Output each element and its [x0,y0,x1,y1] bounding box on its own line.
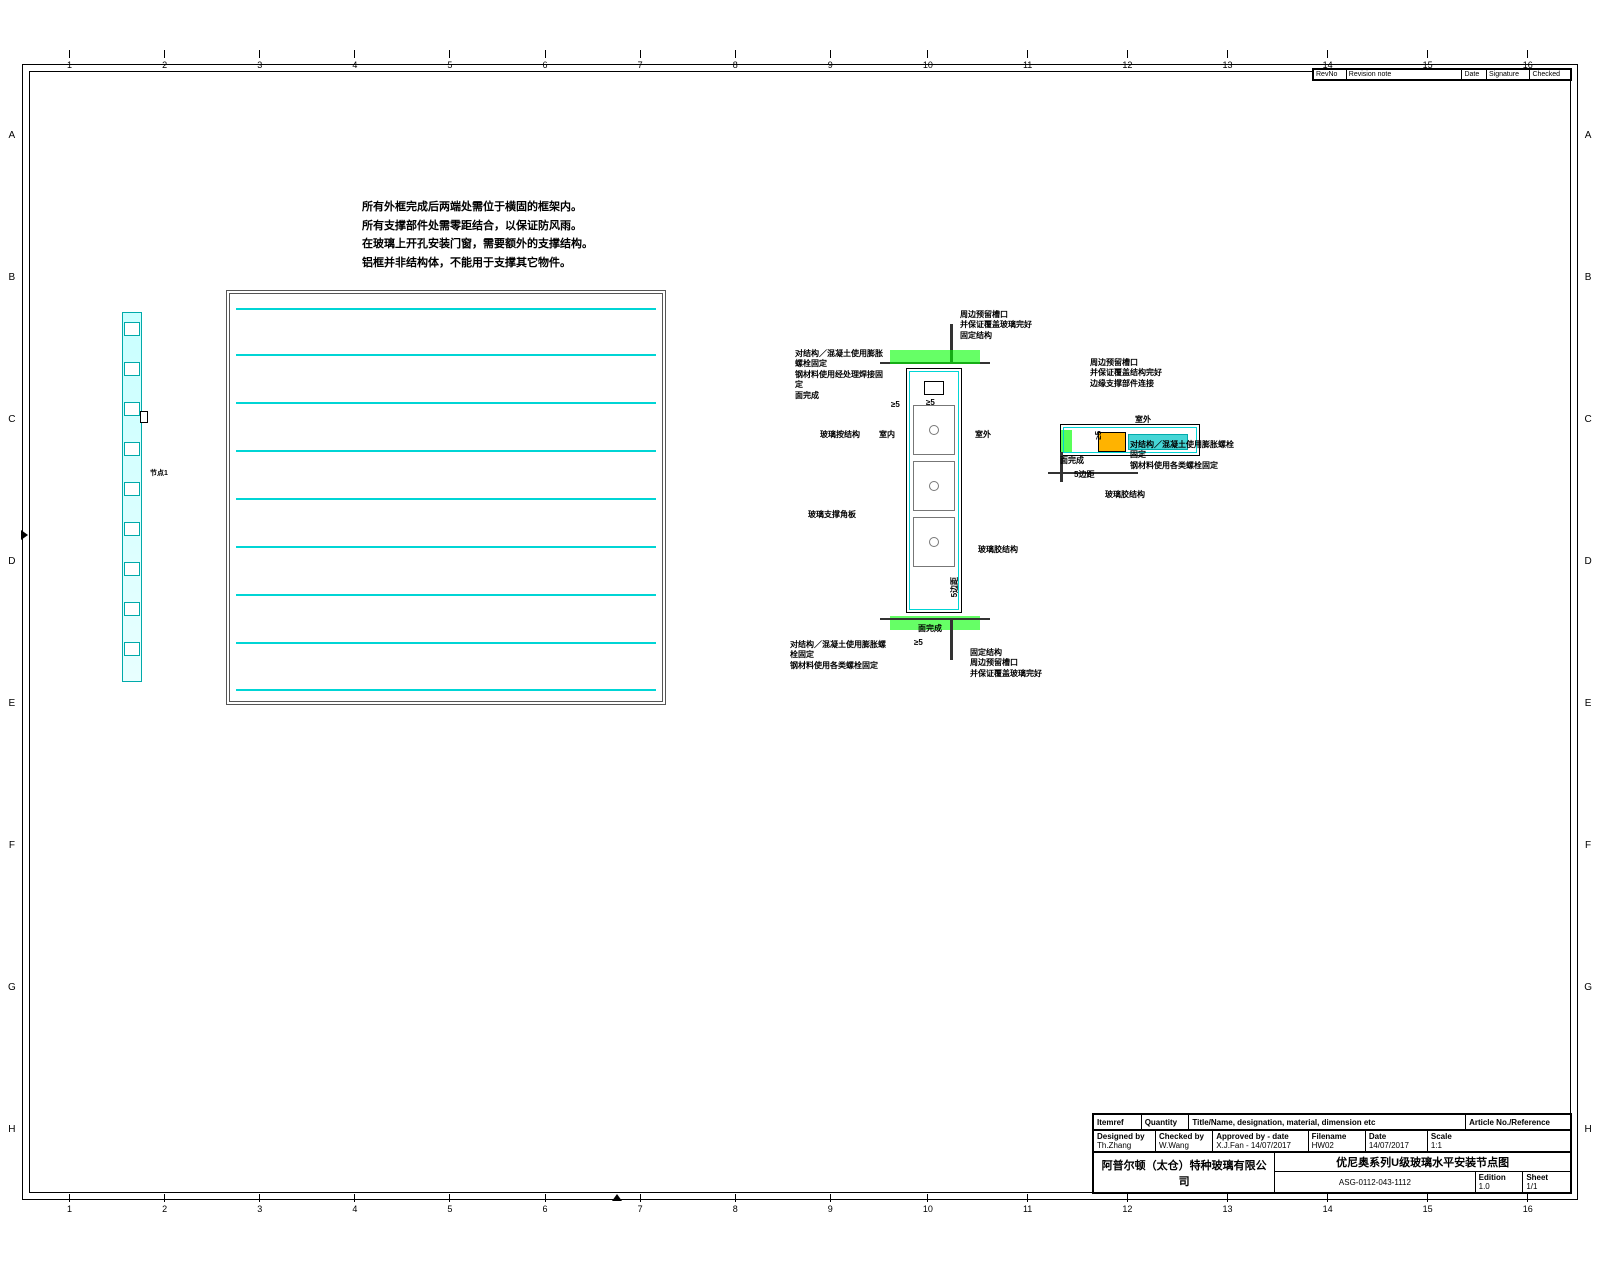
lead-hdet-top: 周边预留槽口并保证覆盖结构完好边缘支撑部件连接 [1090,358,1200,389]
note-line: 在玻璃上开孔安装门窗，需要额外的支撑结构。 [362,235,593,254]
dim-hdet-gap: ≥5 [1094,431,1104,440]
drawing-number: ASG-0112-043-1112 [1275,1172,1475,1193]
section-strip-label: 节点1 [150,468,168,478]
dim-sq: ≥5 [926,398,935,408]
lead-exterior: 室外 [975,430,991,440]
elevation-view [226,290,666,705]
lead-bot-left: 对结构／混凝土使用膨胀螺栓固定钢材料使用各类螺栓固定 [790,640,890,671]
lead-seal-right: 玻璃胶结构 [978,545,1018,555]
lead-hdet-face: 面完成 [1060,456,1084,466]
center-mark-left [21,530,28,540]
dim-hdet-edge: 5边距 [1074,470,1094,480]
dim-gap: ≥5 [914,638,923,648]
lead-seal-left: 玻璃按结构 [820,430,860,440]
center-mark-bottom [612,1194,622,1201]
lead-hdet-out: 室外 [1135,415,1151,425]
company-name: 阿普尔顿（太仓）特种玻璃有限公司 [1094,1153,1275,1193]
lead-top-left: 对结构／混凝土使用膨胀螺栓固定钢材料使用经处理焊接固定面完成 [795,349,885,401]
dim-top: ≥5 [891,400,900,410]
lead-bot-right: 固定结构周边预留槽口并保证覆盖玻璃完好 [970,648,1060,679]
note-line: 所有外框完成后两端处需位于横固的框架内。 [362,198,593,217]
lead-frame: 玻璃支撑角板 [808,510,856,520]
lead-hdet-right: 对结构／混凝土使用膨胀螺栓固定钢材料使用各类螺栓固定 [1130,440,1240,471]
lead-hdet-seal: 玻璃胶结构 [1105,490,1145,500]
ruler-right: ABCDEFGH [1584,64,1592,1200]
ruler-left: ABCDEFGH [8,64,16,1200]
drawing-title: 优尼奥系列U级玻璃水平安装节点图 [1275,1153,1571,1172]
dim-top-clear [924,381,944,395]
title-block: Itemref Quantity Title/Name, designation… [1092,1113,1572,1194]
note-line: 铝框并非结构体，不能用于支撑其它物件。 [362,254,593,273]
lead-top-right: 周边预留槽口并保证覆盖玻璃完好固定结构 [960,310,1060,341]
lead-face-bot: 面完成 [918,624,942,634]
dim-edge: 5边距 [950,577,960,597]
note-line: 所有支撑部件处需零距结合，以保证防风雨。 [362,217,593,236]
section-strip [122,312,142,682]
general-notes: 所有外框完成后两端处需位于横固的框架内。 所有支撑部件处需零距结合，以保证防风雨… [362,198,593,273]
lead-interior: 室内 [879,430,895,440]
revision-block: RevNoRevision note DateSignatureChecked [1312,68,1572,81]
